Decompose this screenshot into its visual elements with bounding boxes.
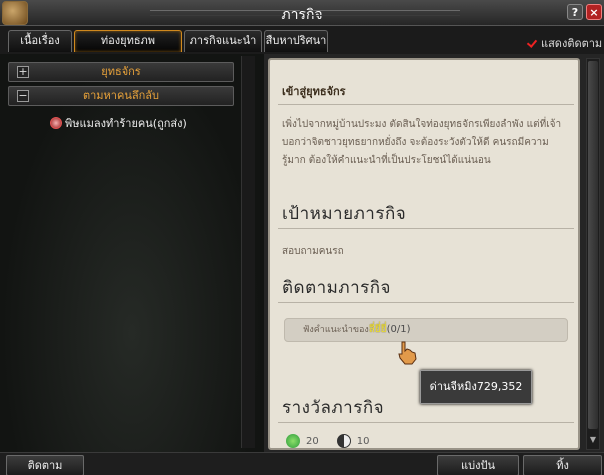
goal-text: สอบถามคนรถ <box>282 246 344 257</box>
scroll-down-icon[interactable]: ▼ <box>587 435 599 447</box>
npc-link[interactable]: ลี่ยี่ยี่ <box>369 324 387 335</box>
collapse-icon[interactable]: − <box>17 90 29 102</box>
reward-value: 10 <box>356 435 370 447</box>
quest-title: เข้าสู่ยุทธจักร <box>282 85 346 98</box>
quest-list-panel: + ยุทธจักร − ตามหาคนลึกลับ พิษแมลงทำร้าย… <box>0 54 264 452</box>
track-button[interactable]: ติดตาม <box>6 455 84 475</box>
exp-icon <box>286 434 300 448</box>
tab-wander[interactable]: ท่องยุทธภพ <box>74 30 182 52</box>
share-button[interactable]: แบ่งปัน <box>437 455 519 475</box>
show-tracking-toggle[interactable]: แสดงติดตาม <box>527 34 602 52</box>
close-button[interactable]: × <box>586 4 602 20</box>
npc-tooltip: ด่านจีหมิง729,352 <box>420 370 532 404</box>
track-heading: ติดตามภารกิจ <box>282 278 392 298</box>
quest-name: พิษแมลงทำร้ายคน(ถูกส่ง) <box>65 117 187 130</box>
quest-list-scrollbar[interactable] <box>241 56 255 448</box>
abandon-button[interactable]: ทิ้ง <box>523 455 602 475</box>
hand-cursor-icon <box>398 341 417 365</box>
category-label: ยุทธจักร <box>101 65 141 78</box>
tab-recommended[interactable]: ภารกิจแนะนำ <box>184 30 262 52</box>
reward-list: 20 10 <box>286 434 369 448</box>
category-label: ตามหาคนลึกลับ <box>82 89 159 102</box>
goal-heading: เป้าหมายภารกิจ <box>282 204 407 224</box>
tab-mystery[interactable]: สืบหาปริศนา <box>264 30 328 52</box>
category-wuxia[interactable]: + ยุทธจักร <box>8 62 234 82</box>
divider <box>278 302 574 303</box>
track-progress: (0/1) <box>386 324 411 335</box>
scroll-thumb[interactable] <box>588 61 598 429</box>
category-mysterious-person[interactable]: − ตามหาคนลึกลับ <box>8 86 234 106</box>
divider <box>278 104 574 105</box>
quest-status-icon <box>50 117 62 129</box>
reward-heading: รางวัลภารกิจ <box>282 398 385 418</box>
tab-story[interactable]: เนื้อเรื่อง <box>8 30 72 52</box>
bottom-bar: ติดตาม แบ่งปัน ทิ้ง <box>0 452 604 475</box>
quest-detail-scrollbar[interactable]: ▼ <box>586 58 600 450</box>
window-title: ภารกิจ <box>281 7 323 23</box>
title-bar: ภารกิจ ? × <box>0 0 604 26</box>
divider <box>278 228 574 229</box>
quest-detail-panel: เข้าสู่ยุทธจักร เพิ่งไปจากหมู่บ้านประมง … <box>264 54 604 452</box>
track-objective[interactable]: ฟังคำแนะนำของลี่ยี่ยี่(0/1) <box>284 318 568 342</box>
show-tracking-label: แสดงติดตาม <box>541 37 603 50</box>
title-ornament-right <box>310 10 460 16</box>
help-button[interactable]: ? <box>567 4 583 20</box>
yinyang-icon <box>336 434 351 448</box>
quest-list-item[interactable]: พิษแมลงทำร้ายคน(ถูกส่ง) <box>50 114 187 132</box>
divider <box>278 422 574 423</box>
tab-bar: เนื้อเรื่อง ท่องยุทธภพ ภารกิจแนะนำ สืบหา… <box>0 26 604 54</box>
quest-description: เพิ่งไปจากหมู่บ้านประมง ตัดสินใจท่องยุทธ… <box>282 119 562 166</box>
track-prefix: ฟังคำแนะนำของ <box>303 325 369 335</box>
quest-detail-paper: เข้าสู่ยุทธจักร เพิ่งไปจากหมู่บ้านประมง … <box>268 58 580 450</box>
checkmark-icon[interactable] <box>527 38 537 48</box>
expand-icon[interactable]: + <box>17 66 29 78</box>
reward-value: 20 <box>306 435 319 447</box>
